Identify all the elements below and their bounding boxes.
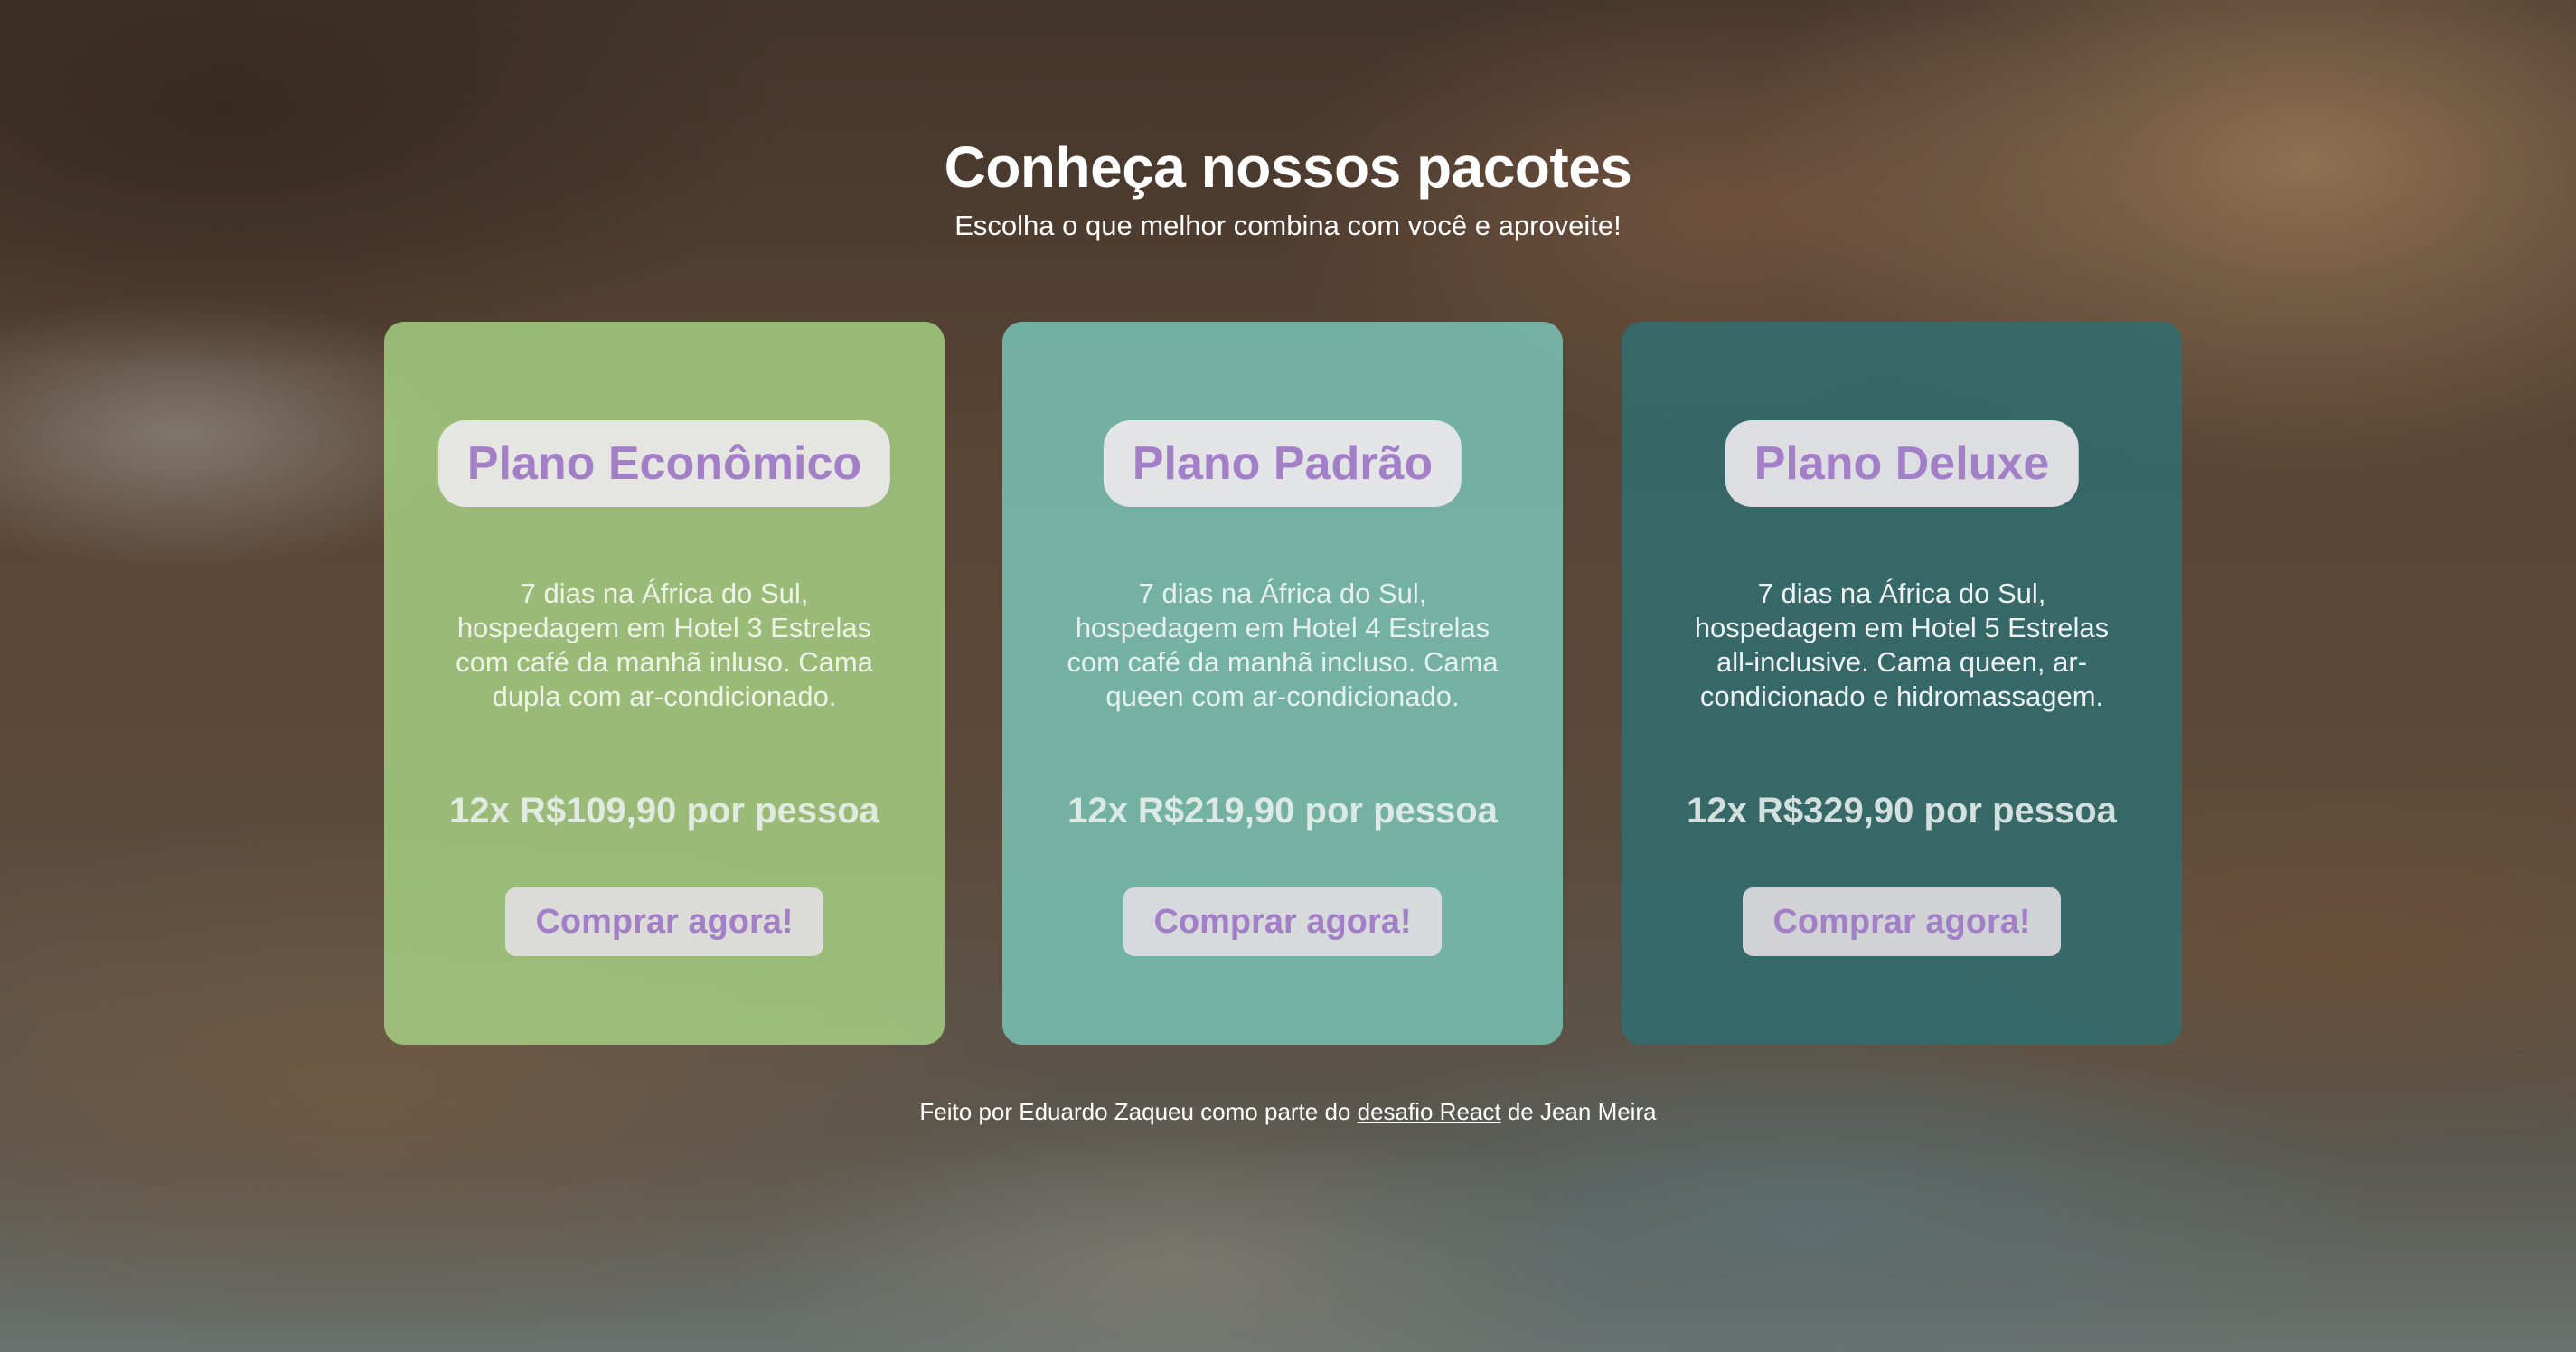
footer-text-before: Feito por Eduardo Zaqueu como parte do bbox=[919, 1098, 1358, 1125]
plan-name: Plano Econômico bbox=[437, 420, 891, 507]
page-title: Conheça nossos pacotes bbox=[944, 135, 1632, 200]
footer-link-desafio-react[interactable]: desafio React bbox=[1358, 1098, 1501, 1125]
plan-card-economico: Plano Econômico 7 dias na África do Sul,… bbox=[384, 322, 945, 1045]
plan-description: 7 dias na África do Sul, hospedagem em H… bbox=[1694, 577, 2110, 712]
plan-price: 12x R$109,90 por pessoa bbox=[449, 791, 879, 831]
plan-price: 12x R$219,90 por pessoa bbox=[1067, 791, 1498, 831]
page: Conheça nossos pacotes Escolha o que mel… bbox=[0, 0, 2576, 1352]
footer: Feito por Eduardo Zaqueu como parte do d… bbox=[0, 1096, 2576, 1127]
plan-price: 12x R$329,90 por pessoa bbox=[1687, 791, 2117, 831]
page-header: Conheça nossos pacotes Escolha o que mel… bbox=[0, 127, 2576, 244]
plan-description: 7 dias na África do Sul, hospedagem em H… bbox=[1067, 577, 1499, 712]
plan-card-deluxe: Plano Deluxe 7 dias na África do Sul, ho… bbox=[1622, 322, 2182, 1045]
buy-button-deluxe[interactable]: Comprar agora! bbox=[1743, 887, 2061, 956]
plan-name: Plano Deluxe bbox=[1725, 420, 2079, 507]
buy-button-padrao[interactable]: Comprar agora! bbox=[1123, 887, 1442, 956]
plan-card-padrao: Plano Padrão 7 dias na África do Sul, ho… bbox=[1002, 322, 1563, 1045]
plan-description: 7 dias na África do Sul, hospedagem em H… bbox=[456, 577, 873, 712]
plan-name: Plano Padrão bbox=[1103, 420, 1462, 507]
footer-text-after: de Jean Meira bbox=[1500, 1098, 1657, 1125]
buy-button-economico[interactable]: Comprar agora! bbox=[505, 887, 823, 956]
page-subtitle: Escolha o que melhor combina com você e … bbox=[954, 210, 1622, 241]
